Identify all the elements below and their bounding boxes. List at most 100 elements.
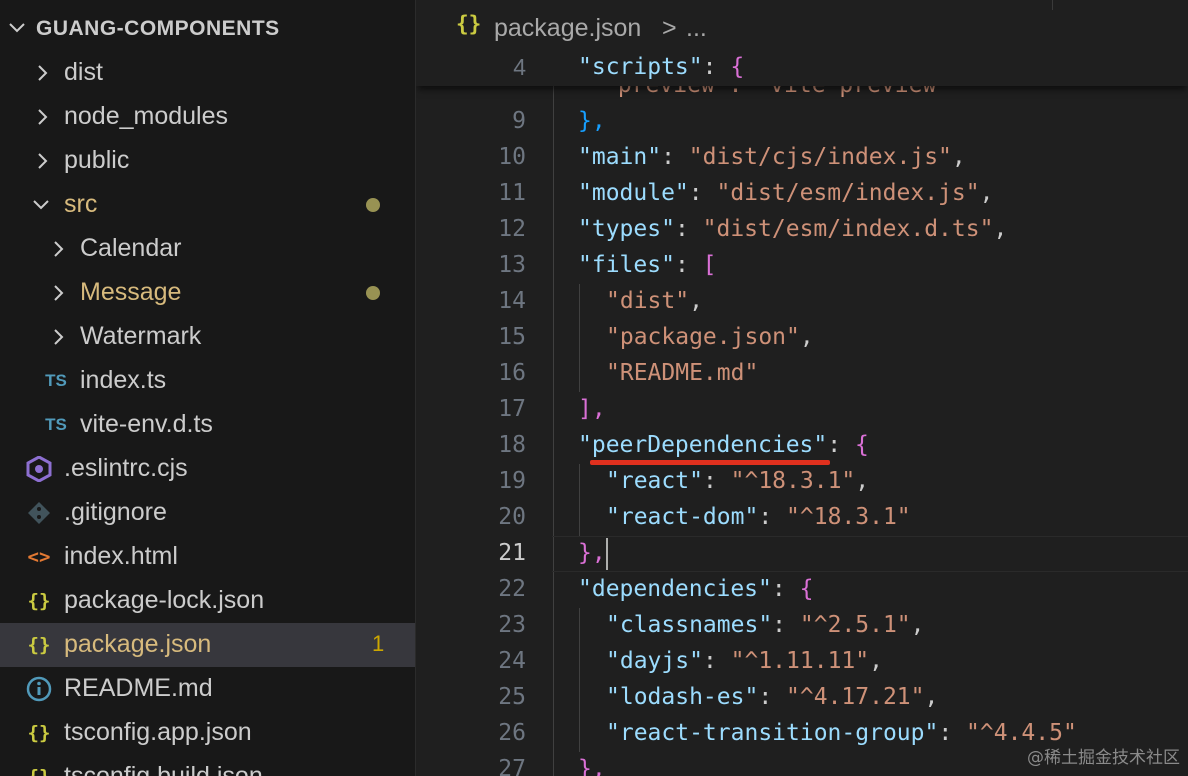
code-text: "package.json", bbox=[606, 324, 814, 350]
tree-item-tsconfig-build[interactable]: {} tsconfig.build.json bbox=[0, 755, 416, 776]
tree-item-label: Watermark bbox=[80, 322, 202, 350]
tree-item-node-modules[interactable]: node_modules bbox=[0, 95, 416, 139]
chevron-right-icon bbox=[36, 64, 50, 81]
tree-item-index-html[interactable]: <> index.html bbox=[0, 535, 416, 579]
tree-item-vite-env[interactable]: TS vite-env.d.ts bbox=[0, 403, 416, 447]
tree-item-readme[interactable]: README.md bbox=[0, 667, 416, 711]
tree-item-public[interactable]: public bbox=[0, 139, 416, 183]
tree-item-eslintrc[interactable]: .eslintrc.cjs bbox=[0, 447, 416, 491]
code-text: }, bbox=[578, 540, 606, 566]
modified-dot bbox=[366, 198, 380, 212]
code-text: "main": "dist/cjs/index.js", bbox=[578, 144, 966, 170]
code-text: "classnames": "^2.5.1", bbox=[606, 612, 925, 638]
typescript-icon: TS bbox=[45, 371, 67, 390]
chevron-right-icon bbox=[52, 328, 66, 345]
code-text: "dist", bbox=[606, 288, 703, 314]
chevron-right-icon bbox=[36, 108, 50, 125]
code-text: "dayjs": "^1.11.11", bbox=[606, 648, 883, 674]
line-number: 4 bbox=[513, 54, 526, 80]
chevron-right-icon bbox=[36, 152, 50, 169]
code-line: 19 "react": "^18.3.1", bbox=[416, 464, 1188, 500]
tree-item-label: README.md bbox=[64, 674, 213, 702]
watermark-text: @稀土掘金技术社区 bbox=[1027, 748, 1180, 768]
code-text: "README.md" bbox=[606, 360, 759, 386]
code-line: 13 "files": [ bbox=[416, 248, 1188, 284]
line-number: 17 bbox=[498, 396, 526, 422]
tree-item-label: tsconfig.app.json bbox=[64, 718, 252, 746]
line-number: 9 bbox=[512, 108, 526, 134]
code-editor[interactable]: "preview": "vite preview" 9 }, 10 "main"… bbox=[416, 0, 1188, 776]
code-line: 10 "main": "dist/cjs/index.js", bbox=[416, 140, 1188, 176]
code-line: 17 ], bbox=[416, 392, 1188, 428]
code-text: "types": "dist/esm/index.d.ts", bbox=[578, 216, 1008, 242]
json-icon: {} bbox=[27, 722, 51, 744]
code-line: 22 "dependencies": { bbox=[416, 572, 1188, 608]
code-text: }, bbox=[578, 756, 606, 776]
tree-item-label: Calendar bbox=[80, 234, 182, 262]
code-text: "dependencies": { bbox=[578, 576, 814, 602]
tree-item-label: public bbox=[64, 146, 130, 174]
typescript-icon: TS bbox=[45, 415, 67, 434]
tree-item-package-lock[interactable]: {} package-lock.json bbox=[0, 579, 416, 623]
json-icon: {} bbox=[456, 12, 482, 36]
chevron-down-icon bbox=[8, 21, 25, 35]
json-icon: {} bbox=[27, 634, 51, 656]
code-text: "react": "^18.3.1", bbox=[606, 468, 870, 494]
breadcrumb-more[interactable]: ... bbox=[686, 14, 707, 43]
explorer-root-folder[interactable]: GUANG-COMPONENTS bbox=[0, 6, 416, 50]
code-text: "files": [ bbox=[578, 252, 717, 278]
code-line: 12 "types": "dist/esm/index.d.ts", bbox=[416, 212, 1188, 248]
text-cursor bbox=[606, 538, 608, 570]
line-number: 24 bbox=[498, 648, 526, 674]
line-number: 12 bbox=[498, 216, 526, 242]
tree-item-label: .eslintrc.cjs bbox=[64, 454, 188, 482]
json-icon: {} bbox=[25, 763, 53, 776]
json-icon: {} bbox=[27, 590, 51, 612]
line-number: 20 bbox=[498, 504, 526, 530]
code-line: 24 "dayjs": "^1.11.11", bbox=[416, 644, 1188, 680]
info-icon bbox=[25, 675, 53, 703]
tree-item-label: index.ts bbox=[80, 366, 167, 394]
line-number: 18 bbox=[498, 432, 526, 458]
line-number: 22 bbox=[498, 576, 526, 602]
tree-item-label: package.json bbox=[64, 630, 212, 658]
code-line: 11 "module": "dist/esm/index.js", bbox=[416, 176, 1188, 212]
code-text: }, bbox=[578, 108, 606, 134]
code-line: 23 "classnames": "^2.5.1", bbox=[416, 608, 1188, 644]
code-text: ], bbox=[578, 396, 606, 422]
line-number: 14 bbox=[498, 288, 526, 314]
line-number: 16 bbox=[498, 360, 526, 386]
explorer-root-label: GUANG-COMPONENTS bbox=[36, 17, 280, 40]
tree-item-label: Message bbox=[80, 278, 182, 306]
tree-item-gitignore[interactable]: .gitignore bbox=[0, 491, 416, 535]
tree-item-calendar[interactable]: Calendar bbox=[0, 227, 416, 271]
annotation-underline bbox=[590, 460, 830, 465]
tree-item-message[interactable]: Message bbox=[0, 271, 416, 315]
tree-item-package-json[interactable]: {} package.json 1 bbox=[0, 623, 416, 667]
line-number: 19 bbox=[498, 468, 526, 494]
chevron-down-icon bbox=[32, 198, 49, 212]
code-text: "react-dom": "^18.3.1" bbox=[606, 504, 911, 530]
line-number: 25 bbox=[498, 684, 526, 710]
html-icon: <> bbox=[27, 546, 51, 568]
tree-item-dist[interactable]: dist bbox=[0, 51, 416, 95]
code-line: 16 "README.md" bbox=[416, 356, 1188, 392]
breadcrumb: {} package.json > ... bbox=[416, 0, 1188, 56]
line-number: 26 bbox=[498, 720, 526, 746]
code-text: "peerDependencies": { bbox=[578, 432, 869, 458]
line-number: 13 bbox=[498, 252, 526, 278]
code-area[interactable]: "preview": "vite preview" 9 }, 10 "main"… bbox=[416, 0, 1188, 776]
line-number: 10 bbox=[498, 144, 526, 170]
tree-item-src[interactable]: src bbox=[0, 183, 416, 227]
tree-item-watermark[interactable]: Watermark bbox=[0, 315, 416, 359]
chevron-right-icon bbox=[52, 240, 66, 257]
tree-item-index-ts[interactable]: TS index.ts bbox=[0, 359, 416, 403]
breadcrumb-file[interactable]: package.json bbox=[494, 14, 641, 43]
line-number: 21 bbox=[498, 540, 526, 566]
code-line: 9 }, bbox=[416, 104, 1188, 140]
tree-item-label: node_modules bbox=[64, 102, 229, 130]
tree-item-label: vite-env.d.ts bbox=[80, 410, 213, 438]
code-line: 20 "react-dom": "^18.3.1" bbox=[416, 500, 1188, 536]
tree-item-tsconfig-app[interactable]: {} tsconfig.app.json bbox=[0, 711, 416, 755]
explorer-sidebar: GUANG-COMPONENTS dist node_modules publi… bbox=[0, 0, 416, 776]
